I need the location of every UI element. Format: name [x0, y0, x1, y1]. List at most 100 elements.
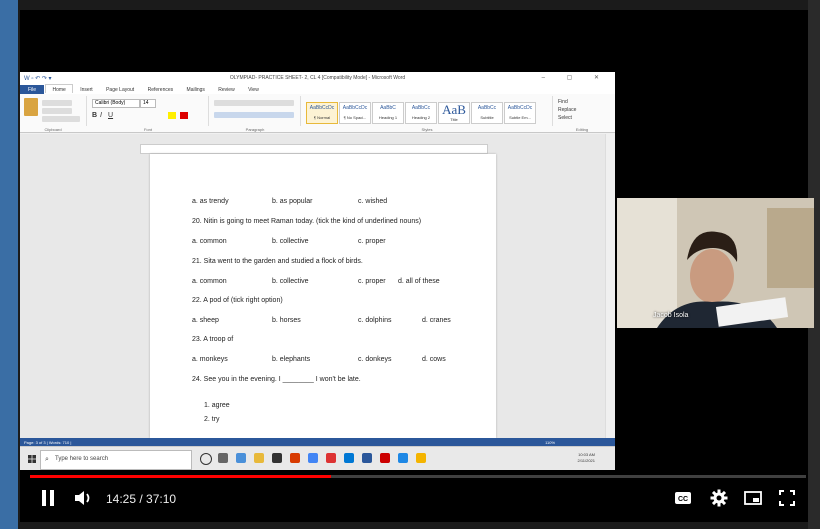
search-icon: ⌕ — [45, 456, 49, 463]
taskbar-clock[interactable]: 10:03 AM 2/11/2021 — [578, 452, 596, 464]
paragraph-label: Paragraph — [245, 127, 265, 132]
format-painter-button[interactable] — [42, 116, 80, 122]
editing-group: Find Replace Select Editing — [554, 96, 610, 132]
clipboard-label: Clipboard — [44, 127, 62, 132]
search-placeholder: Type here to search — [55, 456, 109, 462]
windows-taskbar: ⌕ Type here to search 10:03 AM 2/11/2021 — [20, 446, 615, 470]
styles-group: AaBbCcDc ¶ Normal AaBbCcDc ¶ No Spaci... A… — [302, 96, 553, 132]
tab-view[interactable]: View — [242, 85, 265, 93]
font-size-select[interactable]: 14 — [140, 99, 156, 108]
pause-icon — [42, 490, 54, 506]
find-button[interactable]: Find — [558, 99, 568, 105]
player-controls: 14:25 / 37:10 CC — [20, 482, 808, 518]
status-page-info: Page: 3 of 3 | Words: 710 | — [24, 440, 72, 445]
font-color-icon[interactable] — [180, 112, 188, 119]
bold-button[interactable]: B — [92, 112, 97, 119]
question-21: 21. Sita went to the garden and studied … — [192, 258, 363, 265]
tab-mailings[interactable]: Mailings — [181, 85, 211, 93]
windows-start-icon[interactable] — [28, 455, 36, 463]
captions-icon: CC — [675, 492, 691, 504]
edge-icon[interactable] — [236, 453, 246, 463]
paragraph-group: Paragraph — [210, 96, 301, 132]
font-name-select[interactable]: Calibri (Body) — [92, 99, 140, 108]
styles-label: Styles — [421, 127, 433, 132]
question-20: 20. Nitin is going to meet Raman today. … — [192, 218, 422, 225]
fullscreen-button[interactable] — [776, 488, 798, 508]
video-player[interactable]: W ▫ ↶ ↷ ▾ OLYMPIAD- PRACTICE SHEET- 2, C… — [20, 10, 814, 522]
volume-icon — [75, 491, 90, 505]
document-page[interactable]: a. as trendy b. as popular c. wished 20.… — [150, 154, 496, 438]
vertical-scrollbar[interactable] — [605, 134, 615, 438]
gear-icon — [710, 489, 728, 507]
miniplayer-button[interactable] — [742, 488, 764, 508]
horizontal-ruler[interactable] — [140, 144, 488, 154]
status-zoom: 110% — [545, 440, 555, 445]
ribbon: Clipboard Calibri (Body) 14 B I U Font P… — [20, 94, 615, 133]
webcam-image — [617, 198, 814, 328]
word-window-title: OLYMPIAD- PRACTICE SHEET- 2, CL 4 [Compa… — [229, 75, 406, 81]
cortana-icon[interactable] — [200, 453, 212, 465]
style-title[interactable]: AaB Title — [438, 102, 470, 124]
replace-button[interactable]: Replace — [558, 107, 576, 113]
style-heading-2[interactable]: AaBbCc Heading 2 — [405, 102, 437, 124]
shared-screen: W ▫ ↶ ↷ ▾ OLYMPIAD- PRACTICE SHEET- 2, C… — [20, 72, 615, 470]
copy-button[interactable] — [42, 108, 72, 114]
file-explorer-icon[interactable] — [254, 453, 264, 463]
paste-icon[interactable] — [24, 98, 38, 116]
taskbar-search[interactable]: ⌕ Type here to search — [40, 450, 192, 470]
app-icon-red-2[interactable] — [380, 453, 390, 463]
svg-text:CC: CC — [678, 496, 688, 503]
powerpoint-icon[interactable] — [290, 453, 300, 463]
task-view-icon[interactable] — [218, 453, 228, 463]
clipboard-group: Clipboard — [20, 96, 87, 132]
settings-button[interactable] — [708, 488, 730, 508]
word-statusbar: Page: 3 of 3 | Words: 710 | 110% — [20, 438, 615, 446]
question-24: 24. See you in the evening. I ________ I… — [192, 376, 361, 383]
cut-button[interactable] — [42, 100, 72, 106]
tab-references[interactable]: References — [142, 85, 180, 93]
italic-button[interactable]: I — [100, 112, 102, 119]
webcam-feed: Jacob Isola — [617, 198, 814, 328]
font-group: Calibri (Body) 14 B I U Font — [88, 96, 209, 132]
captions-button[interactable]: CC — [672, 488, 694, 508]
style-heading-1[interactable]: AaBbC Heading 1 — [372, 102, 404, 124]
time-display: 14:25 / 37:10 — [106, 492, 177, 506]
app-icon-blue[interactable] — [398, 453, 408, 463]
question-23: 23. A troop of — [192, 336, 234, 343]
pause-button[interactable] — [38, 488, 58, 508]
clock-date: 2/11/2021 — [577, 458, 596, 463]
tab-home[interactable]: Home — [45, 84, 73, 93]
editing-label: Editing — [575, 127, 589, 132]
style-subtitle[interactable]: AaBbCc Subtitle — [471, 102, 503, 124]
tab-review[interactable]: Review — [212, 85, 240, 93]
volume-button[interactable] — [72, 488, 94, 508]
left-edge — [0, 0, 18, 529]
question-22: 22. A pod of (tick right option) — [192, 297, 283, 304]
style-subtle-emphasis[interactable]: AaBbCcDc Subtle Em... — [504, 102, 536, 124]
progress-fill — [30, 475, 332, 478]
progress-bar[interactable] — [30, 475, 806, 478]
zoom-icon[interactable] — [344, 453, 354, 463]
list-buttons[interactable] — [214, 100, 294, 106]
word-taskbar-icon[interactable] — [362, 453, 372, 463]
style-no-spacing[interactable]: AaBbCcDc ¶ No Spaci... — [339, 102, 371, 124]
font-label: Font — [143, 127, 152, 132]
tab-insert[interactable]: Insert — [74, 85, 99, 93]
app-icon-yellow[interactable] — [416, 453, 426, 463]
store-icon[interactable] — [272, 453, 282, 463]
app-icon-red[interactable] — [326, 453, 336, 463]
participant-name: Jacob Isola — [653, 312, 689, 319]
tab-page-layout[interactable]: Page Layout — [100, 85, 140, 93]
window-controls[interactable]: – ▢ ✕ — [542, 74, 609, 81]
ribbon-tabs: File Home Insert Page Layout References … — [20, 84, 615, 95]
answer-option-2: 2. try — [204, 416, 220, 423]
select-button[interactable]: Select — [558, 115, 572, 121]
miniplayer-icon — [744, 491, 762, 505]
fullscreen-icon — [779, 490, 795, 506]
style-normal[interactable]: AaBbCcDc ¶ Normal — [306, 102, 338, 124]
chrome-icon[interactable] — [308, 453, 318, 463]
highlight-icon[interactable] — [168, 112, 176, 119]
answer-option-1: 1. agree — [204, 402, 230, 409]
underline-button[interactable]: U — [108, 112, 113, 119]
align-buttons[interactable] — [214, 112, 294, 118]
